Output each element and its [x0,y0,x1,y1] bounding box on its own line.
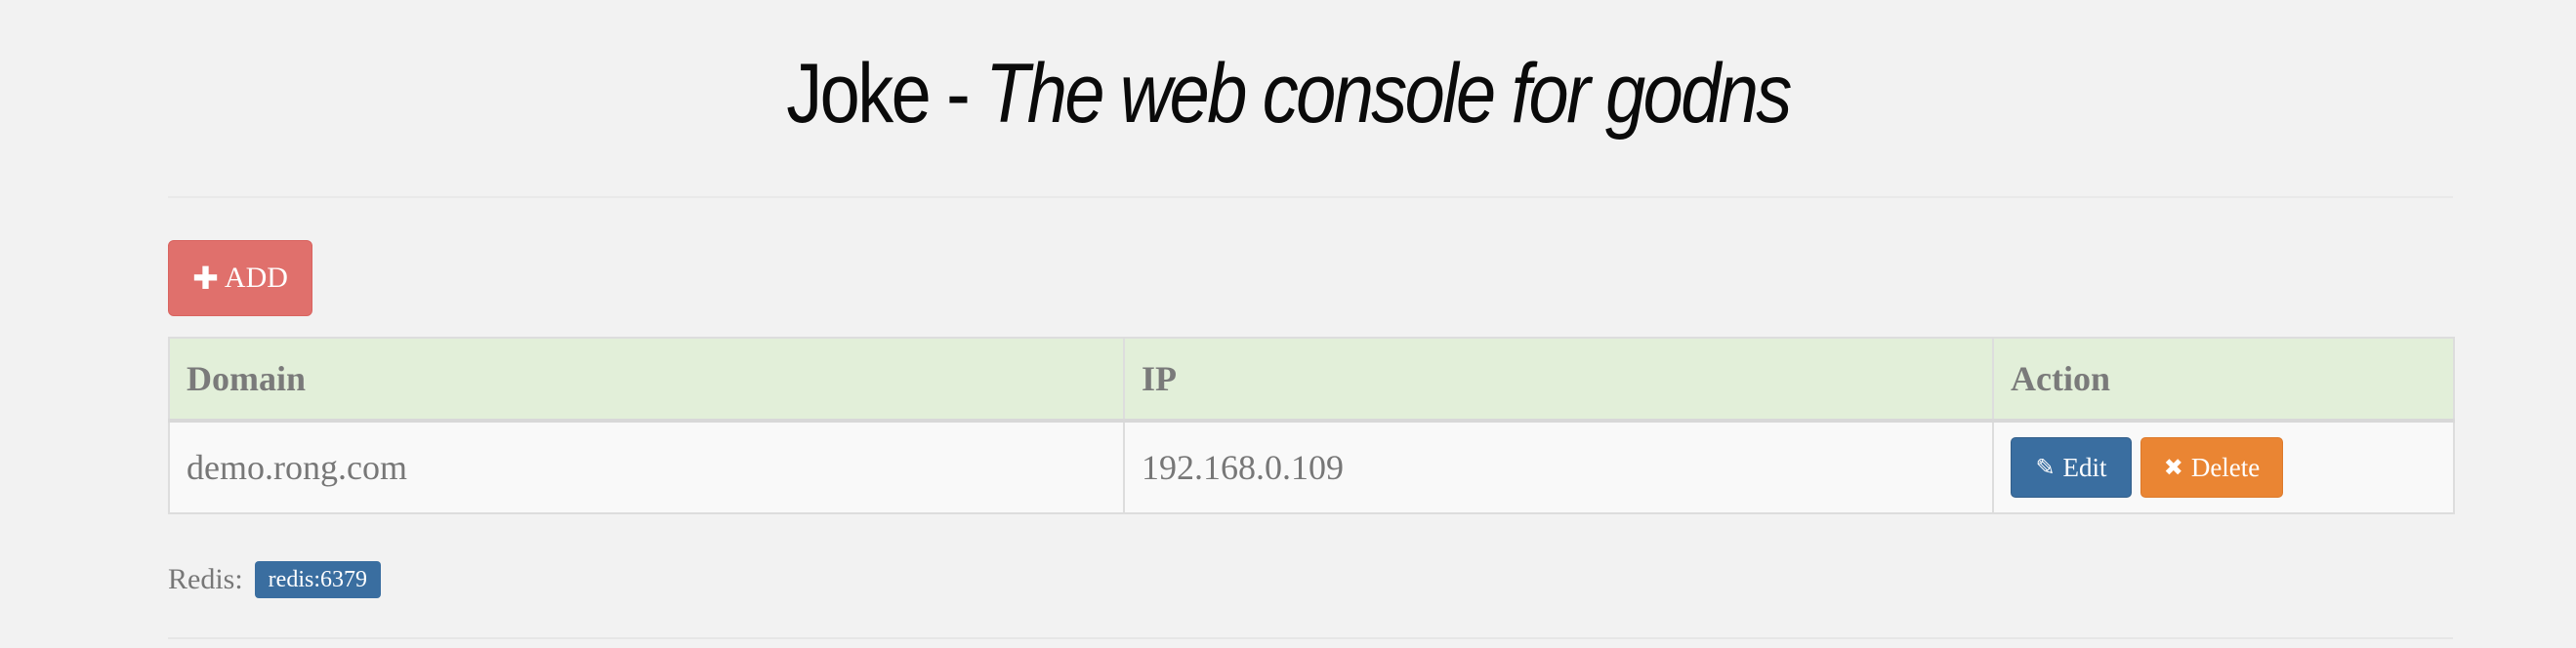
delete-button-label: Delete [2190,452,2261,482]
close-icon: ✖ [2163,454,2183,481]
edit-button[interactable]: ✎ Edit [2011,437,2132,498]
table-header-row: Domain IP Action [168,337,2455,423]
footer-divider [168,637,2453,639]
delete-button[interactable]: ✖ Delete [2140,437,2283,498]
app-tagline: The web console for godns [985,47,1792,141]
edit-icon: ✎ [2035,454,2056,481]
header-divider [168,196,2453,198]
edit-button-label: Edit [2062,452,2107,482]
cell-ip: 192.168.0.109 [1123,420,1994,514]
add-button[interactable]: ✚ ADD [168,240,312,316]
title-separator: - [929,47,986,141]
app-name: Joke [786,47,931,141]
table-row: demo.rong.com 192.168.0.109 ✎ Edit ✖ Del… [168,420,2455,514]
plus-icon: ✚ [192,260,219,297]
redis-status: Redis: redis:6379 [168,560,381,599]
column-header-action: Action [1992,337,2455,423]
cell-action: ✎ Edit ✖ Delete [1992,420,2455,514]
records-table: Domain IP Action demo.rong.com 192.168.0… [168,337,2455,514]
redis-label: Redis: [168,563,243,595]
cell-domain: demo.rong.com [168,420,1125,514]
page-title: Joke - The web console for godns [181,35,2396,152]
redis-badge: redis:6379 [254,561,381,598]
column-header-ip: IP [1123,337,1994,423]
column-header-domain: Domain [168,337,1125,423]
add-button-label: ADD [224,262,288,294]
